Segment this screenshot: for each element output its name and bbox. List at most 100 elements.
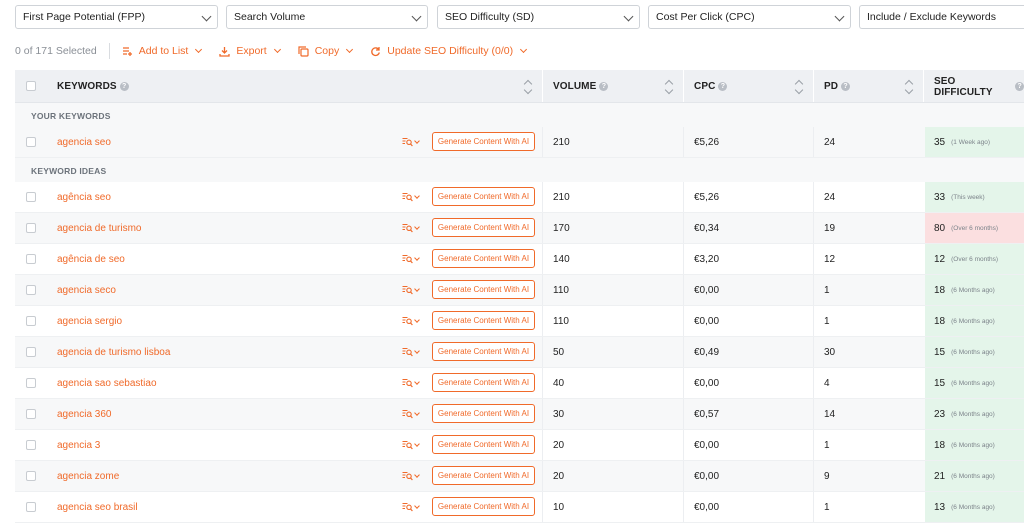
keyword-link[interactable]: agencia sergio xyxy=(57,306,122,336)
column-volume[interactable]: VOLUME? xyxy=(553,70,609,103)
chevron-down-icon xyxy=(414,379,420,385)
export-button[interactable]: Export xyxy=(219,45,281,57)
table-row[interactable]: agencia zome Generate Content With AI 20 €0… xyxy=(15,461,1024,492)
row-checkbox[interactable] xyxy=(26,440,36,450)
column-pd[interactable]: PD? xyxy=(824,70,851,103)
serp-analysis-button[interactable] xyxy=(402,337,424,367)
update-seo-difficulty-button[interactable]: Update SEO Difficulty (0/0) xyxy=(370,45,528,57)
row-checkbox[interactable] xyxy=(26,409,36,419)
serp-analysis-button[interactable] xyxy=(402,430,424,460)
keyword-link[interactable]: agência de seo xyxy=(57,244,125,274)
table-row[interactable]: agencia de turismo lisboa Generate Conten… xyxy=(15,337,1024,368)
keyword-link[interactable]: agencia seo xyxy=(57,127,111,157)
row-checkbox[interactable] xyxy=(26,378,36,388)
column-cpc[interactable]: CPC? xyxy=(694,70,728,103)
serp-analysis-button[interactable] xyxy=(402,368,424,398)
generate-content-ai-button[interactable]: Generate Content With AI xyxy=(432,404,535,423)
serp-analysis-button[interactable] xyxy=(402,127,424,157)
copy-button[interactable]: Copy xyxy=(298,45,354,57)
sort-icon[interactable] xyxy=(795,80,803,94)
table-row[interactable]: agencia seo brasil Generate Content With … xyxy=(15,492,1024,523)
row-checkbox[interactable] xyxy=(26,285,36,295)
filter-search-volume-dropdown[interactable]: Search Volume xyxy=(226,5,428,29)
row-checkbox[interactable] xyxy=(26,254,36,264)
column-divider xyxy=(813,275,814,305)
help-icon[interactable]: ? xyxy=(119,82,129,91)
filter-include-exclude-dropdown[interactable]: Include / Exclude Keywords xyxy=(859,5,1024,29)
generate-content-ai-button[interactable]: Generate Content With AI xyxy=(432,435,535,454)
keyword-link[interactable]: agencia 360 xyxy=(57,399,112,429)
seo-difficulty-cell: 18 (6 Months ago) xyxy=(925,275,1024,305)
row-checkbox[interactable] xyxy=(26,316,36,326)
sort-icon[interactable] xyxy=(524,80,532,94)
keyword-link[interactable]: agencia de turismo xyxy=(57,213,142,243)
table-row[interactable]: agencia seco Generate Content With AI 110 €… xyxy=(15,275,1024,306)
volume-value: 110 xyxy=(553,315,569,327)
keyword-link[interactable]: agencia zome xyxy=(57,461,119,491)
generate-content-ai-button[interactable]: Generate Content With AI xyxy=(432,342,535,361)
serp-analysis-button[interactable] xyxy=(402,275,424,305)
sort-icon[interactable] xyxy=(665,80,673,94)
keyword-link[interactable]: agencia sao sebastiao xyxy=(57,368,157,398)
serp-analysis-button[interactable] xyxy=(402,399,424,429)
column-divider xyxy=(683,430,684,460)
help-icon[interactable]: ? xyxy=(718,82,728,91)
generate-content-ai-button[interactable]: Generate Content With AI xyxy=(432,373,535,392)
help-icon[interactable]: ? xyxy=(1015,82,1024,91)
serp-analysis-button[interactable] xyxy=(402,182,424,212)
generate-content-ai-button[interactable]: Generate Content With AI xyxy=(432,311,535,330)
select-all-checkbox[interactable] xyxy=(26,81,36,91)
column-keywords[interactable]: KEYWORDS? xyxy=(57,70,129,103)
generate-content-ai-button[interactable]: Generate Content With AI xyxy=(432,132,535,151)
generate-content-ai-button[interactable]: Generate Content With AI xyxy=(432,249,535,268)
filter-fpp-dropdown[interactable]: First Page Potential (FPP) xyxy=(15,5,218,29)
generate-content-ai-button[interactable]: Generate Content With AI xyxy=(432,280,535,299)
serp-analysis-button[interactable] xyxy=(402,306,424,336)
keyword-link[interactable]: agencia seo brasil xyxy=(57,492,138,522)
keyword-link[interactable]: agência seo xyxy=(57,182,111,212)
serp-analysis-button[interactable] xyxy=(402,244,424,274)
sort-icon[interactable] xyxy=(905,80,913,94)
serp-analysis-button[interactable] xyxy=(402,213,424,243)
volume-value: 210 xyxy=(553,136,570,148)
serp-analysis-button[interactable] xyxy=(402,492,424,522)
table-row[interactable]: agencia de turismo Generate Content With … xyxy=(15,213,1024,244)
generate-content-ai-button[interactable]: Generate Content With AI xyxy=(432,187,535,206)
keyword-link[interactable]: agencia de turismo lisboa xyxy=(57,337,170,367)
table-row[interactable]: agencia 3 Generate Content With AI 20 €0,00… xyxy=(15,430,1024,461)
seo-difficulty-updated: (6 Months ago) xyxy=(951,379,995,387)
table-row[interactable]: agencia sergio Generate Content With AI 11… xyxy=(15,306,1024,337)
help-icon[interactable]: ? xyxy=(841,82,851,91)
filter-cpc-dropdown[interactable]: Cost Per Click (CPC) xyxy=(648,5,851,29)
keyword-link[interactable]: agencia 3 xyxy=(57,430,100,460)
row-checkbox[interactable] xyxy=(26,137,36,147)
row-checkbox[interactable] xyxy=(26,192,36,202)
table-row[interactable]: agencia seo Generate Content With AI 210 €5… xyxy=(15,127,1024,158)
cpc-value: €0,00 xyxy=(694,284,720,296)
chevron-down-icon xyxy=(414,441,420,447)
table-row[interactable]: agencia sao sebastiao Generate Content Wi… xyxy=(15,368,1024,399)
table-row[interactable]: agencia 360 Generate Content With AI 30 €0,… xyxy=(15,399,1024,430)
help-icon[interactable]: ? xyxy=(599,82,609,91)
column-divider xyxy=(542,306,543,336)
serp-search-icon xyxy=(402,502,413,512)
row-checkbox[interactable] xyxy=(26,347,36,357)
column-divider xyxy=(683,244,684,274)
column-divider xyxy=(542,275,543,305)
table-row[interactable]: agência de seo Generate Content With AI 14… xyxy=(15,244,1024,275)
generate-content-ai-button[interactable]: Generate Content With AI xyxy=(432,218,535,237)
row-checkbox[interactable] xyxy=(26,471,36,481)
row-checkbox[interactable] xyxy=(26,502,36,512)
table-row[interactable]: agência seo Generate Content With AI 210 €5… xyxy=(15,182,1024,213)
cpc-value: €0,49 xyxy=(694,346,720,358)
serp-analysis-button[interactable] xyxy=(402,461,424,491)
generate-content-ai-button[interactable]: Generate Content With AI xyxy=(432,497,535,516)
pd-value: 24 xyxy=(824,136,836,148)
column-seo-difficulty[interactable]: SEO DIFFICULTY? xyxy=(934,70,1024,103)
add-to-list-button[interactable]: Add to List xyxy=(122,45,203,57)
filter-seo-difficulty-dropdown[interactable]: SEO Difficulty (SD) xyxy=(437,5,640,29)
row-checkbox[interactable] xyxy=(26,223,36,233)
generate-content-ai-button[interactable]: Generate Content With AI xyxy=(432,466,535,485)
seo-difficulty-value: 35 xyxy=(934,136,946,148)
keyword-link[interactable]: agencia seco xyxy=(57,275,116,305)
